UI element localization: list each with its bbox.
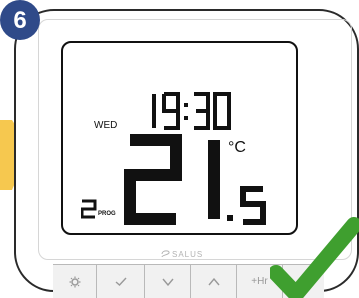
logo-mark bbox=[161, 250, 170, 258]
chevron-down-icon bbox=[161, 278, 174, 286]
plus-hour-label: +Hr bbox=[251, 276, 268, 287]
program-number bbox=[81, 199, 97, 219]
success-check-icon bbox=[270, 217, 359, 298]
time-display bbox=[152, 92, 231, 130]
gear-icon bbox=[69, 276, 80, 287]
temperature-unit: °C bbox=[228, 139, 246, 156]
program-label: PROG bbox=[98, 211, 116, 217]
day-label: WED bbox=[94, 120, 118, 131]
salus-logo: SALUS bbox=[161, 250, 203, 259]
down-button[interactable] bbox=[144, 264, 190, 298]
checkmark-icon bbox=[115, 277, 127, 286]
up-button[interactable] bbox=[190, 264, 236, 298]
settings-button[interactable] bbox=[53, 264, 96, 298]
temperature-display bbox=[124, 134, 266, 225]
step-badge: 6 bbox=[0, 0, 40, 40]
confirm-button[interactable] bbox=[96, 264, 144, 298]
chevron-up-icon bbox=[207, 277, 220, 285]
step-number: 6 bbox=[13, 7, 26, 34]
logo-text: SALUS bbox=[172, 250, 203, 259]
